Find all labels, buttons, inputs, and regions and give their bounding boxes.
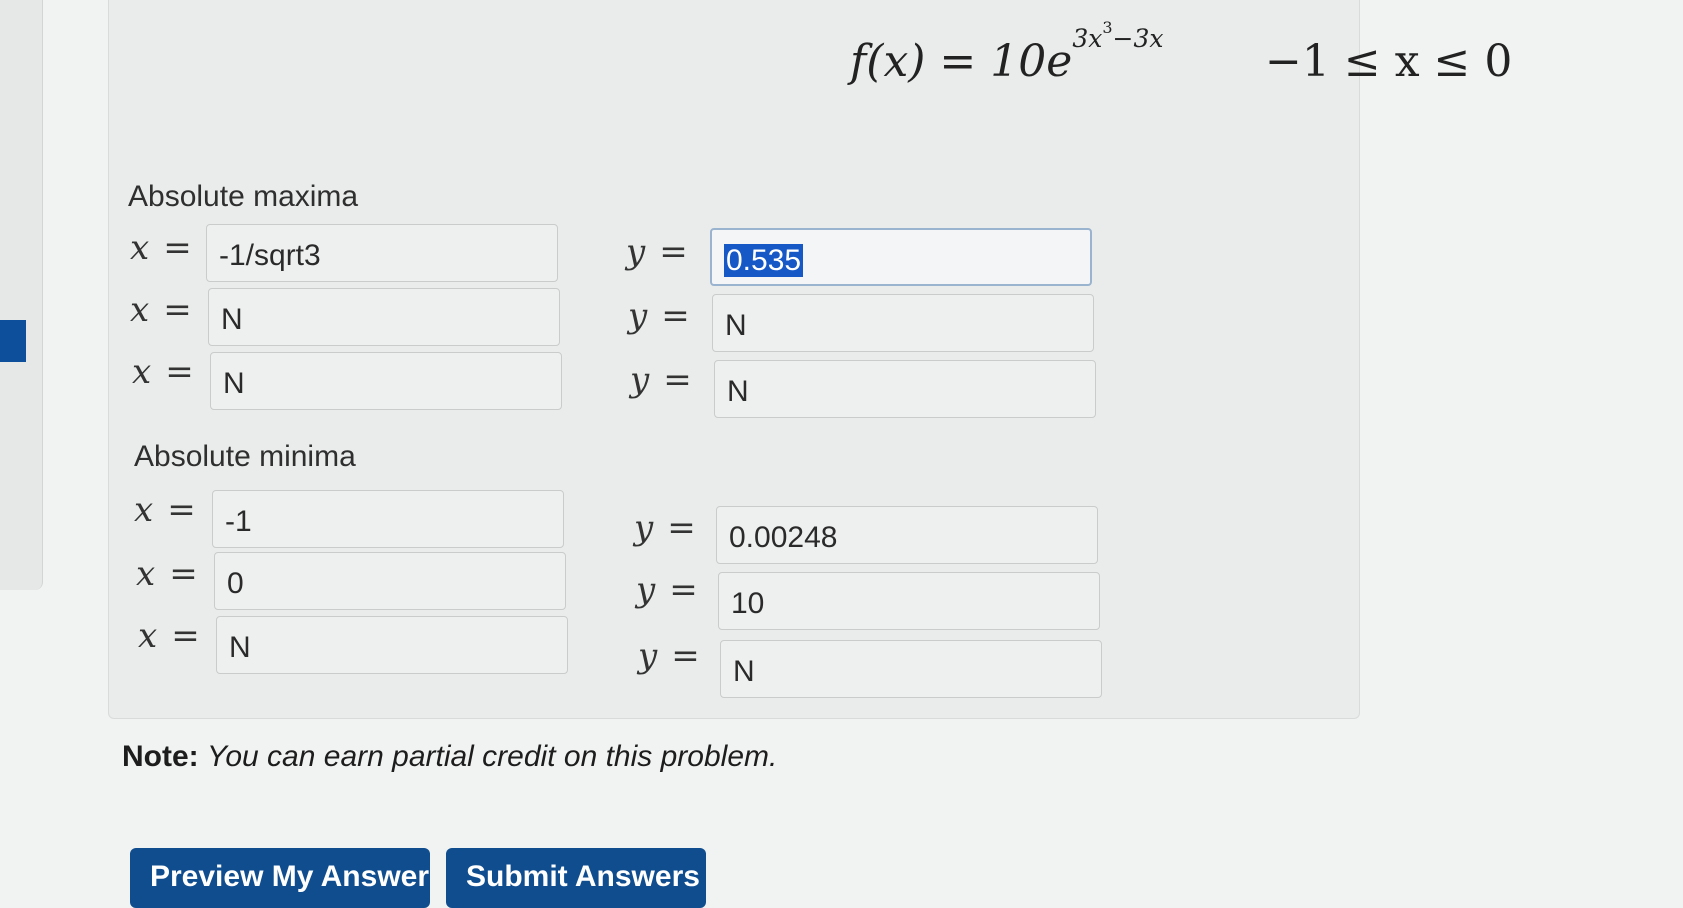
note-text: You can earn partial credit on this prob… xyxy=(207,740,778,773)
maxima-y-input-1[interactable]: 0.535 xyxy=(710,228,1092,286)
minima-y-label-3: y = xyxy=(638,636,700,676)
minima-y-label-1: y = xyxy=(634,508,696,548)
maxima-y-input-3[interactable]: N xyxy=(714,360,1096,418)
minima-x-label-3: x = xyxy=(138,616,200,656)
minima-x-input-2[interactable]: 0 xyxy=(214,552,566,610)
minima-x-label-2: x = xyxy=(136,554,198,594)
domain-inequality: −1 ≤ x ≤ 0 xyxy=(1265,36,1513,87)
function-exponent: 3x3−3x xyxy=(1072,18,1164,53)
absolute-maxima-heading: Absolute maxima xyxy=(128,180,359,213)
submit-answers-button[interactable]: Submit Answers xyxy=(446,848,706,908)
maxima-x-label-2: x = xyxy=(130,290,192,330)
preview-answers-button[interactable]: Preview My Answers xyxy=(130,848,430,908)
sidebar-edge xyxy=(0,0,43,590)
selected-text: 0.535 xyxy=(724,244,804,277)
function-equation: f(x) = 10e3x3−3x xyxy=(850,18,1163,87)
note-label: Note: xyxy=(122,740,199,773)
sidebar-tab-marker[interactable] xyxy=(0,320,26,362)
maxima-y-label-2: y = xyxy=(628,296,690,336)
maxima-y-input-2[interactable]: N xyxy=(712,294,1094,352)
function-lhs: f(x) = 10e xyxy=(850,36,1073,87)
minima-y-input-2[interactable]: 10 xyxy=(718,572,1100,630)
maxima-x-label-3: x = xyxy=(132,352,194,392)
maxima-y-label-3: y = xyxy=(630,360,692,400)
maxima-x-label-1: x = xyxy=(130,228,192,268)
minima-y-input-3[interactable]: N xyxy=(720,640,1102,698)
maxima-x-input-2[interactable]: N xyxy=(208,288,560,346)
minima-x-input-1[interactable]: -1 xyxy=(212,490,564,548)
partial-credit-note: Note: You can earn partial credit on thi… xyxy=(122,740,777,774)
absolute-minima-heading: Absolute minima xyxy=(134,440,356,473)
maxima-y-label-1: y = xyxy=(626,232,688,272)
minima-x-input-3[interactable]: N xyxy=(216,616,568,674)
maxima-x-input-1[interactable]: -1/sqrt3 xyxy=(206,224,558,282)
minima-x-label-1: x = xyxy=(134,490,196,530)
maxima-x-input-3[interactable]: N xyxy=(210,352,562,410)
minima-y-label-2: y = xyxy=(636,570,698,610)
minima-y-input-1[interactable]: 0.00248 xyxy=(716,506,1098,564)
